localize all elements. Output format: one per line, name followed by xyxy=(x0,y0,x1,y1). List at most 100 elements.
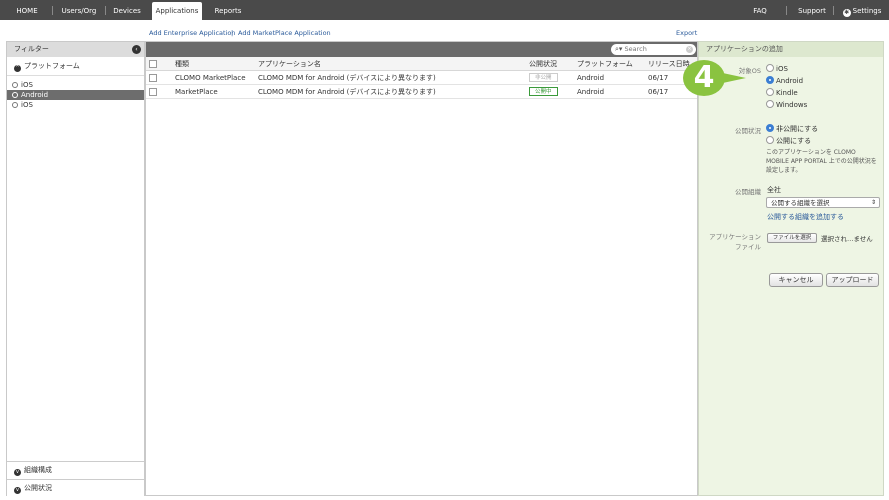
app-file-label-line2: ファイル xyxy=(735,243,761,251)
publish-option-label: 公開にする xyxy=(776,137,812,145)
row-name[interactable]: CLOMO MDM for Android (デバイスにより異なります) xyxy=(258,85,436,99)
header-status[interactable]: 公開状況 xyxy=(529,57,557,71)
status-badge: 公開中 xyxy=(529,87,558,96)
status-section-toggle[interactable]: v 公開状況 xyxy=(7,479,144,496)
applications-table-panel: ⌕▾ Search × 種類 アプリケーション名 公開状況 プラットフォーム リ… xyxy=(145,41,698,496)
os-option-label: Windows xyxy=(776,101,808,109)
choose-file-button[interactable]: ファイルを選択 xyxy=(767,233,817,243)
row-release: 06/17 xyxy=(648,88,669,96)
sublink-separator: | xyxy=(231,29,234,37)
nav-users-org[interactable]: Users/Org xyxy=(58,0,100,20)
step-marker: 4 xyxy=(683,60,725,96)
org-select-value: 公開する組織を選択 xyxy=(771,199,830,207)
collapse-left-icon[interactable]: ‹ xyxy=(132,45,141,54)
top-nav: HOME Users/Org Devices Applications Repo… xyxy=(0,0,889,20)
publish-option-private[interactable]: 非公開にする xyxy=(766,124,818,134)
row-checkbox[interactable] xyxy=(149,74,157,82)
header-platform[interactable]: プラットフォーム xyxy=(577,57,633,71)
org-select[interactable]: 公開する組織を選択 ⇕ xyxy=(766,197,880,208)
chevron-down-icon: v xyxy=(14,469,21,476)
filter-title: フィルター xyxy=(14,45,49,53)
platform-section-label: プラットフォーム xyxy=(24,62,80,70)
publish-org-value: 全社 xyxy=(767,186,781,194)
filter-item-ios[interactable]: iOS xyxy=(7,80,144,90)
row-name[interactable]: CLOMO MDM for Android (デバイスにより異なります) xyxy=(258,71,436,85)
status-section-label: 公開状況 xyxy=(24,484,52,492)
org-section-toggle[interactable]: v 組織構成 xyxy=(7,461,144,478)
radio-icon xyxy=(766,88,774,96)
app-file-label-line1: アプリケーション xyxy=(709,233,761,241)
nav-settings-label: Settings xyxy=(852,7,882,15)
radio-icon xyxy=(766,100,774,108)
clear-icon[interactable]: × xyxy=(686,46,693,53)
cancel-button[interactable]: キャンセル xyxy=(769,273,823,287)
filter-item-android[interactable]: Android xyxy=(7,90,144,100)
publish-status-label: 公開状況 xyxy=(735,127,761,135)
nav-reports[interactable]: Reports xyxy=(210,0,246,20)
nav-faq[interactable]: FAQ xyxy=(748,0,772,20)
gear-icon: ✱ xyxy=(842,9,851,17)
add-org-link[interactable]: 公開する組織を追加する xyxy=(767,212,844,222)
search-placeholder: Search xyxy=(624,45,647,53)
nav-settings[interactable]: ✱ Settings xyxy=(840,0,884,20)
radio-icon xyxy=(12,82,18,88)
row-platform: Android xyxy=(577,88,605,96)
chevron-down-icon: v xyxy=(14,487,21,494)
row-checkbox[interactable] xyxy=(149,88,157,96)
radio-icon xyxy=(12,102,18,108)
add-enterprise-link[interactable]: Add Enterprise Application xyxy=(149,29,235,37)
nav-separator xyxy=(786,6,787,15)
os-option-kindle[interactable]: Kindle xyxy=(766,88,798,97)
nav-separator xyxy=(105,6,106,15)
os-option-windows[interactable]: Windows xyxy=(766,100,807,109)
status-badge: 非公開 xyxy=(529,73,558,82)
filter-item-ios-2[interactable]: iOS xyxy=(7,100,144,110)
chevron-up-icon: ^ xyxy=(14,65,21,72)
nav-applications[interactable]: Applications xyxy=(152,2,202,20)
search-icon: ⌕▾ xyxy=(615,45,623,53)
nav-support[interactable]: Support xyxy=(795,0,829,20)
radio-icon xyxy=(766,64,774,72)
filter-panel: フィルター ‹ ^ プラットフォーム iOS Android iOS v 組織構成 … xyxy=(6,41,145,496)
os-option-label: iOS xyxy=(776,65,788,73)
filter-item-label: iOS xyxy=(21,101,33,109)
nav-devices[interactable]: Devices xyxy=(110,0,144,20)
os-option-ios[interactable]: iOS xyxy=(766,64,788,73)
app-file-label: アプリケーション ファイル xyxy=(701,232,761,252)
platform-section-toggle[interactable]: ^ プラットフォーム xyxy=(7,57,144,76)
search-input[interactable]: ⌕▾ Search × xyxy=(611,44,696,55)
radio-icon xyxy=(766,136,774,144)
nav-separator xyxy=(52,6,53,15)
radio-icon xyxy=(766,76,774,84)
filter-item-label: iOS xyxy=(21,81,33,89)
radio-icon xyxy=(12,92,18,98)
table-toolbar: ⌕▾ Search × xyxy=(146,42,697,57)
add-marketplace-link[interactable]: Add MarketPlace Application xyxy=(238,29,331,37)
export-link[interactable]: Export xyxy=(676,29,697,37)
row-release: 06/17 xyxy=(648,74,669,82)
publish-option-public[interactable]: 公開にする xyxy=(766,136,811,146)
publish-note: このアプリケーションを CLOMO MOBILE APP PORTAL 上での公… xyxy=(766,149,877,174)
nav-separator xyxy=(833,6,834,15)
os-option-android[interactable]: Android xyxy=(766,76,803,85)
table-row[interactable]: CLOMO MarketPlace CLOMO MDM for Android … xyxy=(146,71,697,85)
row-platform: Android xyxy=(577,74,605,82)
row-type: CLOMO MarketPlace xyxy=(175,74,246,82)
add-panel-title: アプリケーションの追加 xyxy=(699,42,883,57)
select-arrow-icon: ⇕ xyxy=(870,199,876,206)
header-type[interactable]: 種類 xyxy=(175,57,189,71)
upload-button[interactable]: アップロード xyxy=(826,273,879,287)
radio-icon xyxy=(766,124,774,132)
nav-home[interactable]: HOME xyxy=(8,0,46,20)
table-row[interactable]: MarketPlace CLOMO MDM for Android (デバイスに… xyxy=(146,85,697,99)
os-option-label: Android xyxy=(776,77,804,85)
publish-org-label: 公開組織 xyxy=(735,188,761,196)
os-option-label: Kindle xyxy=(776,89,798,97)
org-section-label: 組織構成 xyxy=(24,466,52,474)
file-status: 選択され…ません xyxy=(821,235,873,243)
add-application-panel: アプリケーションの追加 対象OS iOS Android Kindle Wind… xyxy=(698,41,884,496)
header-name[interactable]: アプリケーション名 xyxy=(258,57,321,71)
select-all-checkbox[interactable] xyxy=(149,60,157,68)
publish-option-label: 非公開にする xyxy=(776,125,819,133)
row-type: MarketPlace xyxy=(175,88,218,96)
